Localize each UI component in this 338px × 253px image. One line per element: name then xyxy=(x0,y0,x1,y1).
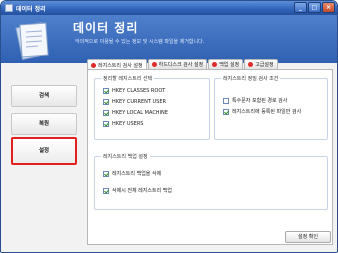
checkbox-label: 레지스트리에 등록된 파일만 검사 xyxy=(232,109,302,115)
app-icon xyxy=(5,4,13,12)
checkbox-registered-files-only[interactable]: 레지스트리에 등록된 파일만 검사 xyxy=(223,108,301,115)
checkbox[interactable] xyxy=(103,99,109,105)
checkbox-label: HKEY USERS xyxy=(112,121,144,127)
checkbox[interactable] xyxy=(103,121,109,127)
sidebar-item-settings[interactable]: 설정 xyxy=(11,137,77,165)
tab-indicator-icon xyxy=(91,62,96,68)
confirm-settings-button[interactable]: 설정 확인 xyxy=(285,231,331,243)
tab-backup-settings[interactable]: 백업 설정 xyxy=(208,59,244,69)
documents-icon xyxy=(15,22,49,60)
page-title: 데이터 정리 xyxy=(73,21,139,35)
checkbox[interactable] xyxy=(223,108,229,115)
maximize-button[interactable]: □ xyxy=(308,2,321,13)
tab-indicator-icon xyxy=(151,62,157,67)
checkbox-special-char-path[interactable]: 특수문자 포함된 경로 검사 xyxy=(223,97,287,104)
checkbox-hkey-current-user[interactable]: HKEY CURRENT USER xyxy=(103,99,166,105)
close-button[interactable]: × xyxy=(322,2,335,13)
checkbox[interactable] xyxy=(103,170,109,177)
checkbox-label: HKEY LOCAL MACHINE xyxy=(112,110,168,116)
registry-select-group: 정리할 레지스트리 선택 HKEY CLASSES ROOT HKEY CURR… xyxy=(94,75,210,140)
checkbox[interactable] xyxy=(103,88,109,94)
tab-label: 하드디스크 검사 설정 xyxy=(158,62,204,68)
window-title: 데이터 정리 xyxy=(16,5,46,13)
tab-indicator-icon xyxy=(212,62,218,67)
checkbox-label: 특수문자 포함된 경로 검사 xyxy=(232,98,288,104)
sidebar-item-restore[interactable]: 복원 xyxy=(11,113,77,135)
registry-backup-group: 레지스트리 백업 설정 레지스트리 백업을 삭제 삭제시 전체 레지스트리 백업 xyxy=(94,153,328,210)
tab-label: 백업 설정 xyxy=(219,62,240,68)
window-controls: _ □ × xyxy=(294,2,335,13)
group-title: 레지스트리 백업 설정 xyxy=(101,153,150,160)
title-bar: 데이터 정리 _ □ × xyxy=(1,1,337,15)
checkbox-label: 레지스트리 백업을 삭제 xyxy=(112,171,162,177)
checkbox-label: HKEY CLASSES ROOT xyxy=(112,88,166,94)
tab-advanced-settings[interactable]: 고급설정 xyxy=(244,59,278,69)
app-window: 데이터 정리 _ □ × 데이터 정리 악의적으로 이용될 수 있는 정보 및 … xyxy=(0,0,338,253)
header-banner: 데이터 정리 악의적으로 이용될 수 있는 정보 및 시스템 파일을 제거합니다… xyxy=(1,15,337,63)
checkbox-hkey-local-machine[interactable]: HKEY LOCAL MACHINE xyxy=(103,110,168,116)
registry-conditions-group: 레지스트리 정밀 검사 조건 특수문자 포함된 경로 검사 레지스트리에 등록된… xyxy=(214,75,328,140)
checkbox-full-backup-on-delete[interactable]: 삭제시 전체 레지스트리 백업 xyxy=(103,187,172,194)
settings-panel: 정리할 레지스트리 선택 HKEY CLASSES ROOT HKEY CURR… xyxy=(87,69,333,245)
checkbox-hkey-users[interactable]: HKEY USERS xyxy=(103,121,143,127)
tab-bar: 레지스트리 검사 설정 하드디스크 검사 설정 백업 설정 고급설정 xyxy=(87,59,335,70)
tab-harddisk-settings[interactable]: 하드디스크 검사 설정 xyxy=(147,59,208,69)
checkbox[interactable] xyxy=(103,187,109,194)
group-title: 정리할 레지스트리 선택 xyxy=(101,75,155,82)
tab-label: 레지스트리 검사 설정 xyxy=(98,62,143,69)
checkbox[interactable] xyxy=(223,97,229,104)
tab-label: 고급설정 xyxy=(255,62,274,68)
tab-indicator-icon xyxy=(248,62,254,67)
checkbox-hkey-classes-root[interactable]: HKEY CLASSES ROOT xyxy=(103,88,165,94)
sidebar-item-search[interactable]: 검색 xyxy=(11,85,77,107)
sidebar: 검색 복원 설정 xyxy=(7,67,81,231)
checkbox-label: HKEY CURRENT USER xyxy=(112,99,166,105)
group-title: 레지스트리 정밀 검사 조건 xyxy=(221,75,281,82)
checkbox-label: 삭제시 전체 레지스트리 백업 xyxy=(112,188,172,194)
checkbox[interactable] xyxy=(103,110,109,116)
checkbox-delete-backup[interactable]: 레지스트리 백업을 삭제 xyxy=(103,170,161,177)
minimize-button[interactable]: _ xyxy=(294,2,307,13)
page-subtitle: 악의적으로 이용될 수 있는 정보 및 시스템 파일을 제거합니다. xyxy=(75,39,205,45)
